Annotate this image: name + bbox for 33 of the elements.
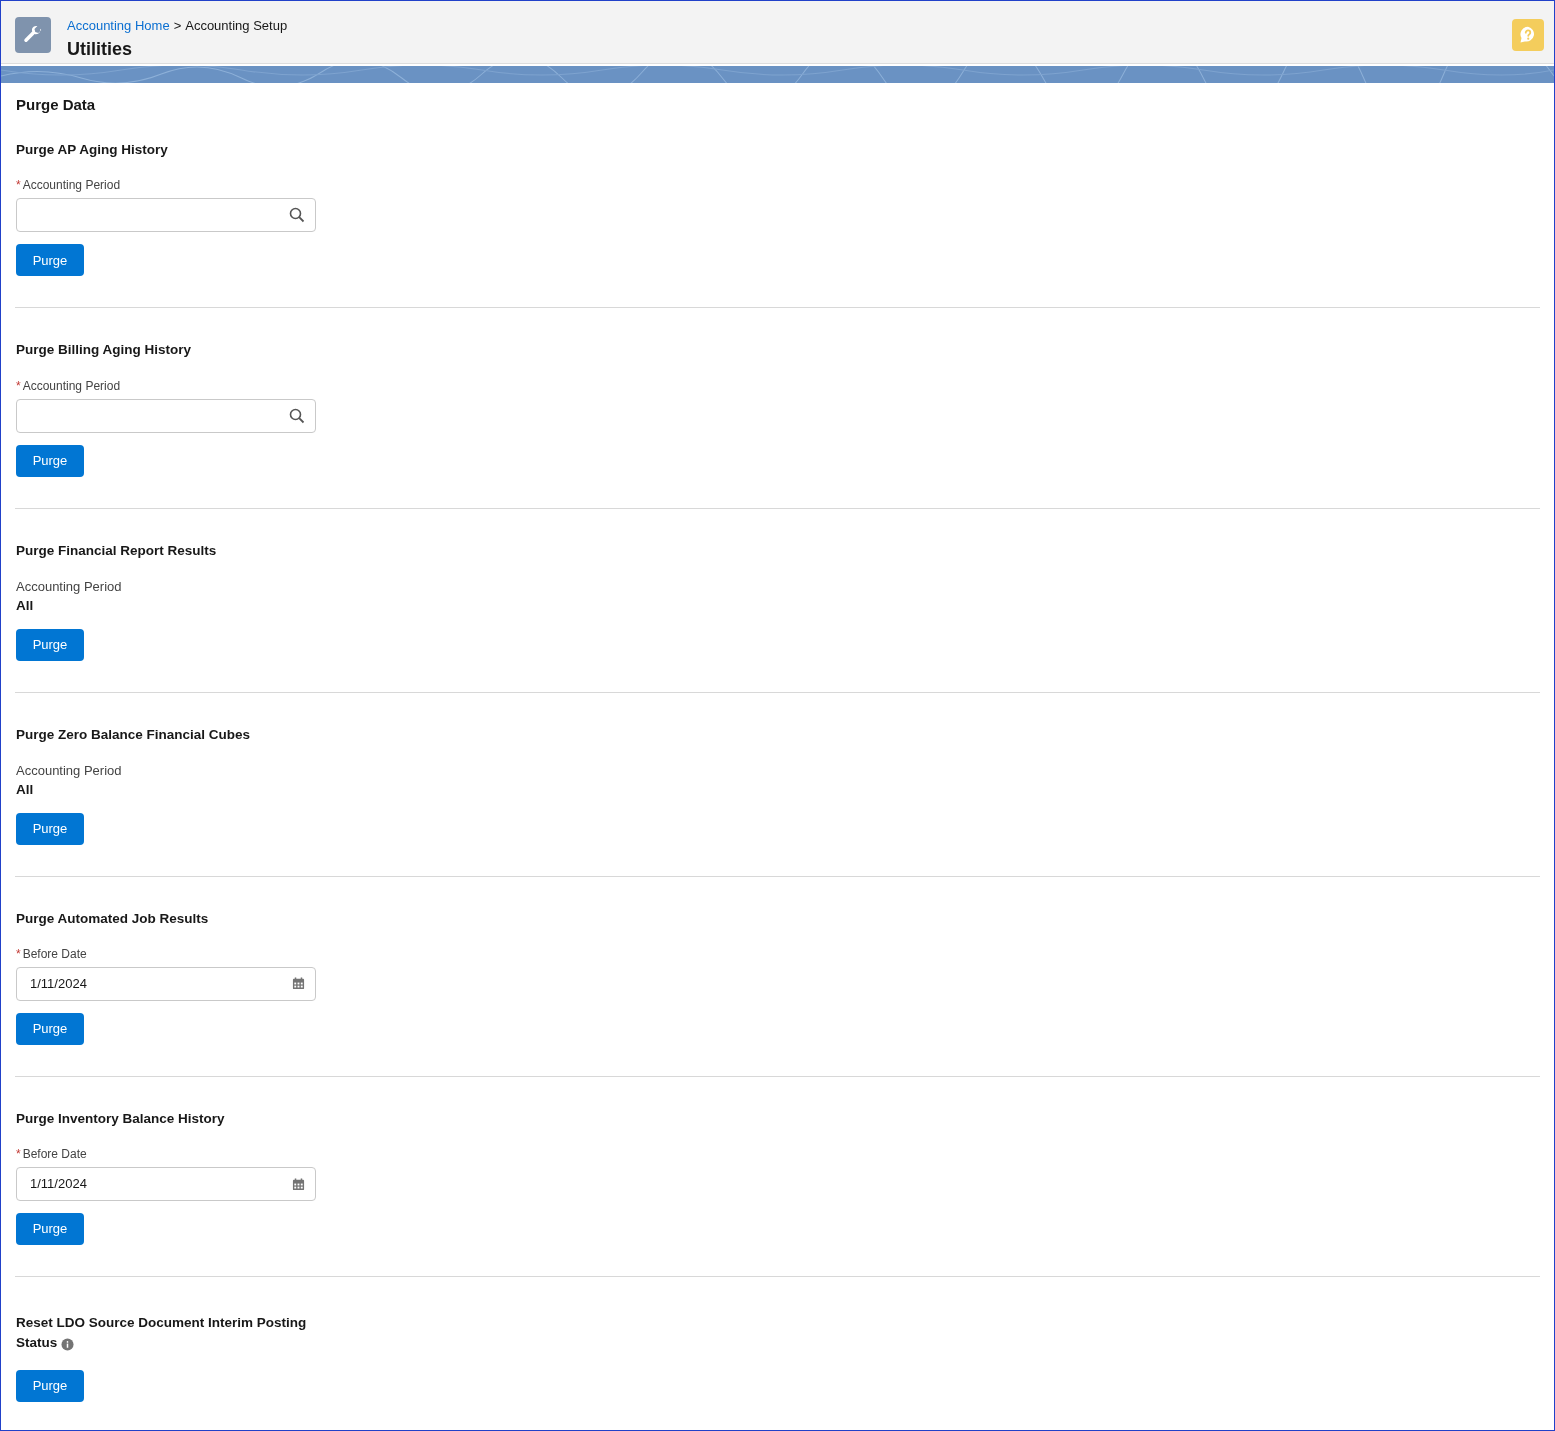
section-title: Purge Zero Balance Financial Cubes — [16, 725, 251, 744]
field-label: Accounting Period — [16, 761, 122, 780]
section-title: Purge AP Aging History — [16, 141, 168, 159]
purge-button[interactable]: Purge — [16, 1213, 84, 1245]
field-label: Accounting Period — [16, 577, 122, 596]
section-heading: Purge Data — [16, 94, 97, 115]
breadcrumb-separator: > — [173, 17, 182, 35]
required-asterisk: * — [16, 177, 21, 195]
breadcrumb-item: Accounting Setup — [185, 17, 288, 35]
field-label: Before Date — [22, 1146, 87, 1163]
required-asterisk: * — [16, 1146, 21, 1163]
purge-button[interactable]: Purge — [16, 812, 84, 845]
section-title: Purge Billing Aging History — [16, 341, 191, 360]
breadcrumb-link[interactable]: Accounting Home — [67, 16, 170, 36]
field-value: All — [16, 597, 35, 616]
purge-button[interactable]: Purge — [16, 444, 84, 477]
purge-button[interactable]: Purge — [16, 244, 84, 277]
required-asterisk: * — [16, 377, 21, 395]
field-label: Accounting Period — [22, 377, 121, 395]
section-title: Purge Inventory Balance History — [16, 1109, 225, 1128]
required-asterisk: * — [16, 945, 21, 963]
date-field[interactable]: 1/11/2024 — [16, 1167, 316, 1201]
date-field[interactable]: 1/11/2024 — [16, 966, 316, 1001]
purge-button[interactable]: Purge — [16, 1369, 84, 1402]
section-title: Reset LDO Source Document Interim Posting Status — [16, 1314, 308, 1353]
purge-button[interactable]: Purge — [16, 628, 84, 661]
field-value: All — [16, 781, 35, 800]
field-label: Accounting Period — [22, 177, 121, 195]
page-title: Utilities — [67, 37, 133, 61]
field-label: Before Date — [22, 945, 87, 963]
section-title: Purge Automated Job Results — [16, 909, 209, 928]
section-title: Purge Financial Report Results — [16, 541, 217, 560]
purge-button[interactable]: Purge — [16, 1012, 84, 1045]
